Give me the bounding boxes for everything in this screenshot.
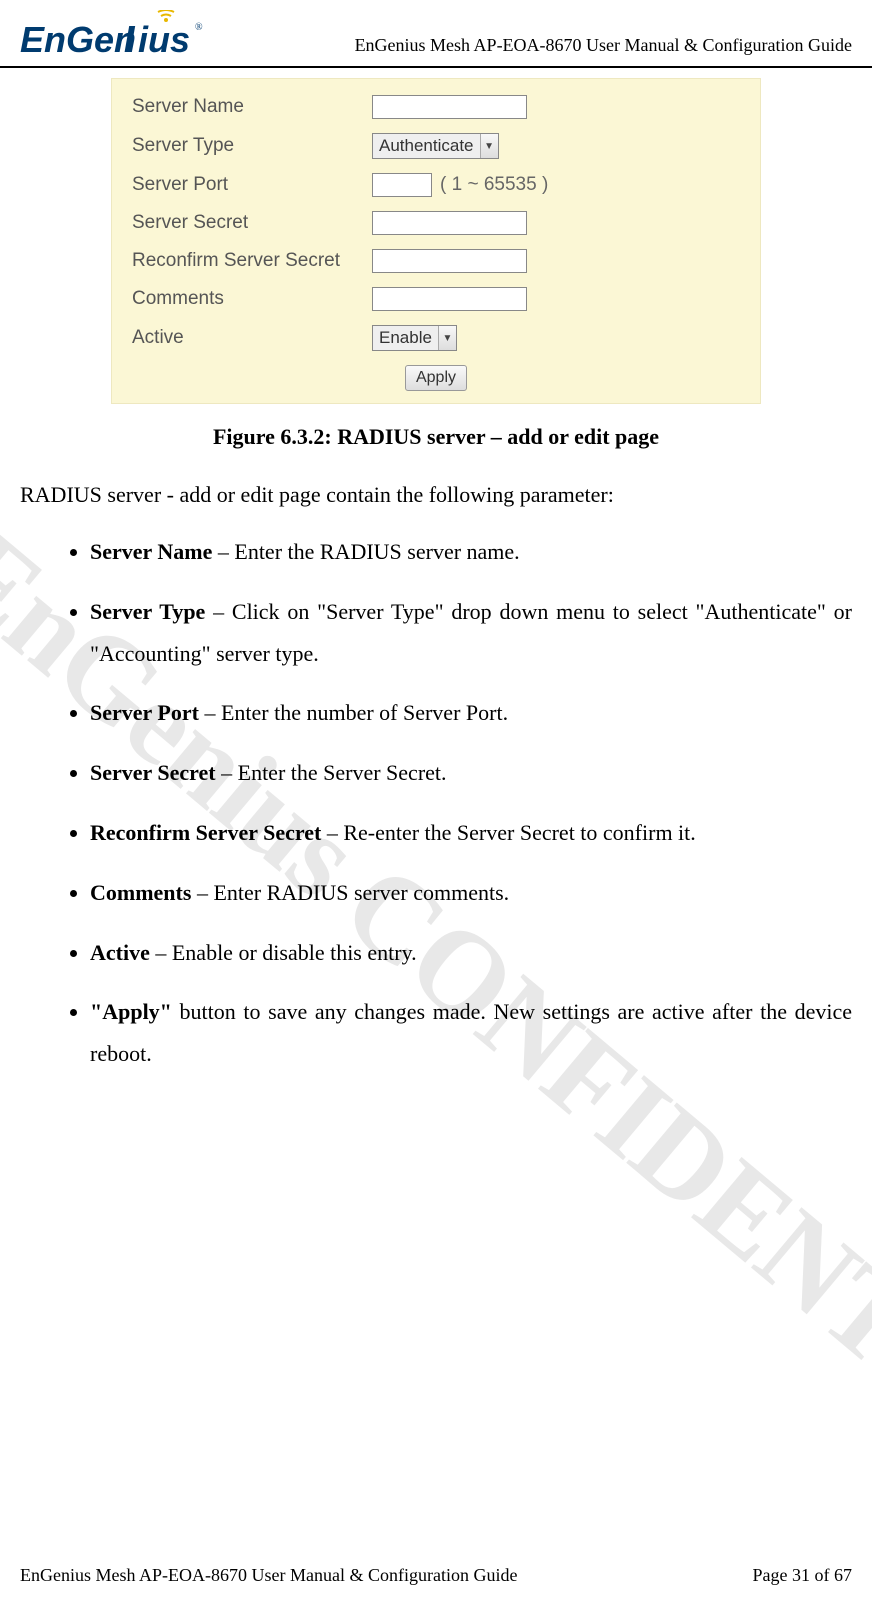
param-desc: – Enter the number of Server Port. <box>199 700 508 725</box>
chevron-down-icon: ▼ <box>480 134 498 158</box>
row-server-name: Server Name <box>132 95 740 119</box>
list-item: Server Port – Enter the number of Server… <box>90 692 852 734</box>
label-server-port: Server Port <box>132 174 372 196</box>
list-item: Server Type – Click on "Server Type" dro… <box>90 591 852 675</box>
row-server-type: Server Type Authenticate ▼ <box>132 133 740 159</box>
server-port-hint: ( 1 ~ 65535 ) <box>440 174 548 196</box>
intro-paragraph: RADIUS server - add or edit page contain… <box>20 478 852 511</box>
engenius-logo-icon: EnGen ius ® <box>20 10 210 60</box>
brand-logo: EnGen ius ® <box>20 10 210 60</box>
row-active: Active Enable ▼ <box>132 325 740 351</box>
list-item: Active – Enable or disable this entry. <box>90 932 852 974</box>
svg-text:ius: ius <box>138 19 190 60</box>
row-server-port: Server Port ( 1 ~ 65535 ) <box>132 173 740 197</box>
param-desc: – Enter the RADIUS server name. <box>212 539 519 564</box>
param-desc: – Enable or disable this entry. <box>150 940 417 965</box>
input-server-port[interactable] <box>372 173 432 197</box>
list-item: "Apply" button to save any changes made.… <box>90 991 852 1075</box>
label-reconfirm-secret: Reconfirm Server Secret <box>132 250 372 272</box>
list-item: Server Name – Enter the RADIUS server na… <box>90 531 852 573</box>
page-footer: EnGenius Mesh AP-EOA-8670 User Manual & … <box>20 1565 852 1586</box>
input-reconfirm-secret[interactable] <box>372 249 527 273</box>
figure-caption: Figure 6.3.2: RADIUS server – add or edi… <box>20 424 852 450</box>
param-desc: – Enter RADIUS server comments. <box>191 880 509 905</box>
select-server-type[interactable]: Authenticate ▼ <box>372 133 499 159</box>
input-comments[interactable] <box>372 287 527 311</box>
select-active-value: Enable <box>373 328 438 348</box>
param-desc: button to save any changes made. New set… <box>90 999 852 1066</box>
label-comments: Comments <box>132 288 372 310</box>
chevron-down-icon: ▼ <box>438 326 456 350</box>
svg-text:EnGen: EnGen <box>20 19 136 60</box>
list-item: Server Secret – Enter the Server Secret. <box>90 752 852 794</box>
param-name: Server Name <box>90 539 212 564</box>
input-server-secret[interactable] <box>372 211 527 235</box>
parameter-list: Server Name – Enter the RADIUS server na… <box>20 531 852 1075</box>
footer-page-number: Page 31 of 67 <box>753 1565 852 1586</box>
label-server-secret: Server Secret <box>132 212 372 234</box>
list-item: Reconfirm Server Secret – Re-enter the S… <box>90 812 852 854</box>
footer-doc-title: EnGenius Mesh AP-EOA-8670 User Manual & … <box>20 1565 517 1586</box>
param-desc: – Click on "Server Type" drop down menu … <box>90 599 852 666</box>
param-name: Server Type <box>90 599 205 624</box>
document-title: EnGenius Mesh AP-EOA-8670 User Manual & … <box>355 35 852 60</box>
apply-button[interactable]: Apply <box>405 365 467 391</box>
select-active[interactable]: Enable ▼ <box>372 325 457 351</box>
radius-server-form: Server Name Server Type Authenticate ▼ S… <box>111 78 761 404</box>
param-name: "Apply" <box>90 999 172 1024</box>
param-name: Reconfirm Server Secret <box>90 820 321 845</box>
label-active: Active <box>132 327 372 349</box>
select-server-type-value: Authenticate <box>373 136 480 156</box>
page-header: EnGen ius ® EnGenius Mesh AP-EOA-8670 Us… <box>0 0 872 68</box>
param-name: Active <box>90 940 150 965</box>
row-server-secret: Server Secret <box>132 211 740 235</box>
row-comments: Comments <box>132 287 740 311</box>
svg-text:®: ® <box>195 22 203 33</box>
label-server-type: Server Type <box>132 135 372 157</box>
param-desc: – Re-enter the Server Secret to confirm … <box>321 820 695 845</box>
list-item: Comments – Enter RADIUS server comments. <box>90 872 852 914</box>
param-desc: – Enter the Server Secret. <box>216 760 447 785</box>
label-server-name: Server Name <box>132 96 372 118</box>
row-reconfirm-secret: Reconfirm Server Secret <box>132 249 740 273</box>
param-name: Comments <box>90 880 191 905</box>
param-name: Server Port <box>90 700 199 725</box>
input-server-name[interactable] <box>372 95 527 119</box>
param-name: Server Secret <box>90 760 216 785</box>
